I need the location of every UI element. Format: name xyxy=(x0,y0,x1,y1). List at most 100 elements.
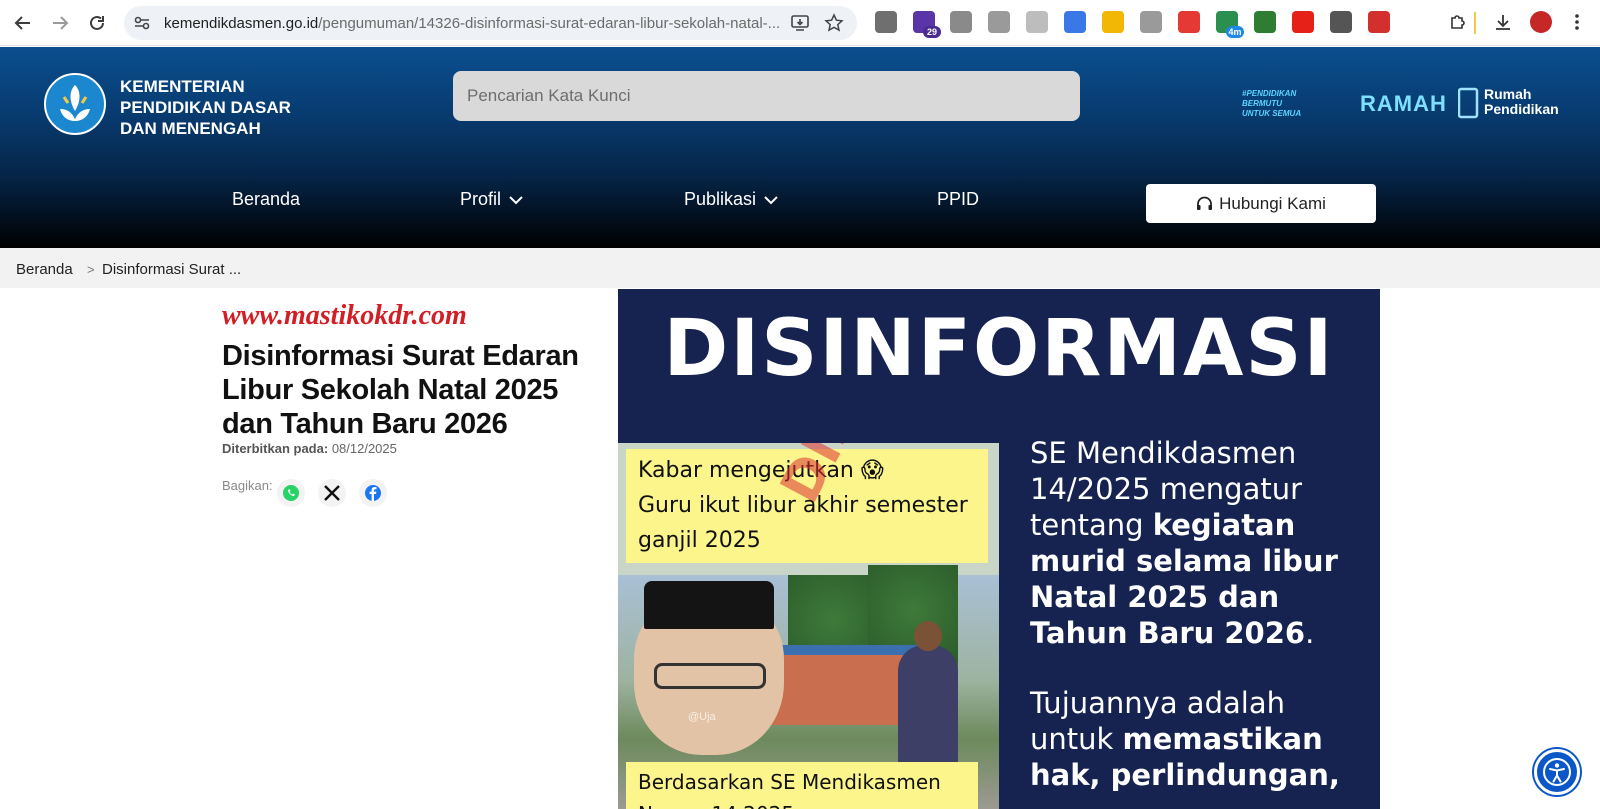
extensions-puzzle-icon[interactable] xyxy=(1447,11,1469,33)
explanation-bold: memastikan xyxy=(1122,722,1323,756)
toolbar-divider xyxy=(1474,12,1476,34)
ministry-name-line: PENDIDIKAN DASAR xyxy=(120,98,291,117)
ramah-logo[interactable]: RAMAH xyxy=(1360,91,1447,117)
extension-badge: 4m xyxy=(1226,26,1244,38)
person-head xyxy=(914,621,942,651)
headset-icon xyxy=(1197,196,1213,210)
ministry-name-line: KEMENTERIAN xyxy=(120,77,245,96)
featured-image: DISINFORMASI @Uja Kabar mengejutkan 😱 Gu… xyxy=(618,289,1380,809)
qr-ext-icon[interactable] xyxy=(1330,11,1352,33)
translate-ext-icon[interactable] xyxy=(1064,11,1086,33)
published-label: Diterbitkan pada: xyxy=(222,441,329,456)
partner-text: BERMUTU xyxy=(1242,99,1282,108)
kemendikdasmen-logo-icon[interactable] xyxy=(44,73,106,135)
camera-ext-icon[interactable] xyxy=(988,11,1010,33)
profile-avatar[interactable] xyxy=(1530,11,1552,33)
partner-text: Rumah xyxy=(1484,86,1532,102)
share-facebook-button[interactable] xyxy=(359,479,387,507)
back-icon[interactable] xyxy=(10,10,36,36)
nav-item-publikasi[interactable]: Publikasi xyxy=(684,189,778,210)
glasses-shape xyxy=(654,663,766,689)
rumah-pendidikan-logo[interactable]: Rumah Pendidikan xyxy=(1458,86,1578,119)
pendidikan-bermutu-logo[interactable]: #PENDIDIKAN BERMUTU UNTUK SEMUA xyxy=(1242,89,1330,119)
book-icon xyxy=(1458,87,1479,119)
explanation-line: SE Mendikdasmen xyxy=(1030,436,1297,470)
browser-toolbar: kemendikdasmen.go.id/pengumuman/14326-di… xyxy=(0,0,1600,46)
chevron-down-icon xyxy=(509,195,523,204)
breadcrumb: Beranda > Disinformasi Surat ... xyxy=(0,248,1600,288)
explanation-line: . xyxy=(1305,616,1315,650)
page-ext-icon[interactable] xyxy=(1026,11,1048,33)
peci-hat xyxy=(644,581,774,629)
explanation-line: untuk xyxy=(1030,722,1123,756)
partner-text: RAMAH xyxy=(1360,91,1447,116)
forward-icon[interactable] xyxy=(47,10,73,36)
image-headline: DISINFORMASI xyxy=(663,304,1335,394)
site-watermark: www.mastikokdr.com xyxy=(222,300,467,331)
explanation-bold: kegiatan xyxy=(1152,508,1296,542)
explanation-line: Tujuannya adalah xyxy=(1030,686,1285,720)
published-value: 08/12/2025 xyxy=(331,441,397,456)
published-date: Diterbitkan pada: 08/12/2025 xyxy=(222,441,397,456)
hoax-line: Berdasarkan SE Mendikasmen xyxy=(638,770,941,794)
extension-badge: 29 xyxy=(923,26,941,38)
download-icon[interactable] xyxy=(1492,11,1514,33)
url-text[interactable]: kemendikdasmen.go.id/pengumuman/14326-di… xyxy=(164,15,780,32)
tree-ext-icon[interactable]: 4m xyxy=(1216,11,1244,38)
explanation-line: 14/2025 mengatur xyxy=(1030,472,1303,506)
install-app-icon[interactable] xyxy=(790,13,810,33)
ministry-name[interactable]: KEMENTERIAN PENDIDIKAN DASAR DAN MENENGA… xyxy=(120,76,320,139)
breadcrumb-home[interactable]: Beranda xyxy=(16,261,73,278)
ministry-name-line: DAN MENENGAH xyxy=(120,119,261,138)
explanation-bold: Natal 2025 dan xyxy=(1030,580,1280,614)
search-box xyxy=(453,71,1080,121)
accessibility-button[interactable] xyxy=(1534,749,1580,795)
toolbox-ext-icon[interactable] xyxy=(875,11,897,33)
breadcrumb-current: Disinformasi Surat ... xyxy=(102,261,242,278)
chevron-down-icon xyxy=(764,195,778,204)
partner-text: #PENDIDIKAN xyxy=(1242,89,1297,98)
explanation-bold: murid selama libur xyxy=(1030,544,1338,578)
photo-caption: @Uja xyxy=(688,711,716,723)
share-label: Bagikan: xyxy=(222,478,273,493)
breadcrumb-separator: > xyxy=(87,262,95,277)
nav-label: PPID xyxy=(937,189,980,209)
gallery-ext-icon[interactable] xyxy=(950,11,972,33)
explanation-line: tentang xyxy=(1030,508,1153,542)
address-bar[interactable]: kemendikdasmen.go.id/pengumuman/14326-di… xyxy=(124,6,857,40)
hoax-line: ganjil 2025 xyxy=(638,528,761,553)
explanation-bold: hak, perlindungan, xyxy=(1030,758,1340,792)
facebook-icon xyxy=(365,485,381,501)
whatsapp-icon xyxy=(283,485,299,501)
hubungi-kami-button[interactable]: Hubungi Kami xyxy=(1146,184,1376,223)
link-ext-icon[interactable] xyxy=(1140,11,1162,33)
nav-label: Beranda xyxy=(232,189,301,209)
site-info-icon[interactable] xyxy=(132,13,152,33)
site-header: KEMENTERIAN PENDIDIKAN DASAR DAN MENENGA… xyxy=(0,47,1600,248)
nav-item-ppid[interactable]: PPID xyxy=(937,189,979,210)
bookmark-star-icon[interactable] xyxy=(824,13,844,33)
nav-label: Publikasi xyxy=(684,189,757,209)
search-input[interactable] xyxy=(453,71,1080,121)
explanation-text: SE Mendikdasmen 14/2025 mengatur tentang… xyxy=(1030,435,1370,793)
note-ext-icon[interactable] xyxy=(1102,11,1124,33)
globe-ext-icon[interactable] xyxy=(1254,11,1276,33)
article-title: Disinformasi Surat Edaran Libur Sekolah … xyxy=(222,340,579,440)
share-x-button[interactable] xyxy=(318,479,346,507)
youtube-ext-icon[interactable] xyxy=(1292,11,1314,33)
contact-label: Hubungi Kami xyxy=(1219,193,1326,213)
graduation-ext-icon[interactable]: 29 xyxy=(913,11,941,38)
nav-item-beranda[interactable]: Beranda xyxy=(232,189,300,210)
d-ext-icon[interactable] xyxy=(1368,11,1390,33)
nav-item-profil[interactable]: Profil xyxy=(460,189,523,210)
accessibility-icon xyxy=(1543,758,1571,786)
share-whatsapp-button[interactable] xyxy=(277,479,305,507)
nav-label: Profil xyxy=(460,189,502,209)
x-icon xyxy=(324,485,340,501)
pokeball-ext-icon[interactable] xyxy=(1178,11,1200,33)
reload-icon[interactable] xyxy=(84,10,110,36)
partner-text: UNTUK SEMUA xyxy=(1242,109,1302,118)
hoax-line: Nomor 14 2025 xyxy=(638,798,966,809)
more-menu-icon[interactable] xyxy=(1566,11,1588,33)
